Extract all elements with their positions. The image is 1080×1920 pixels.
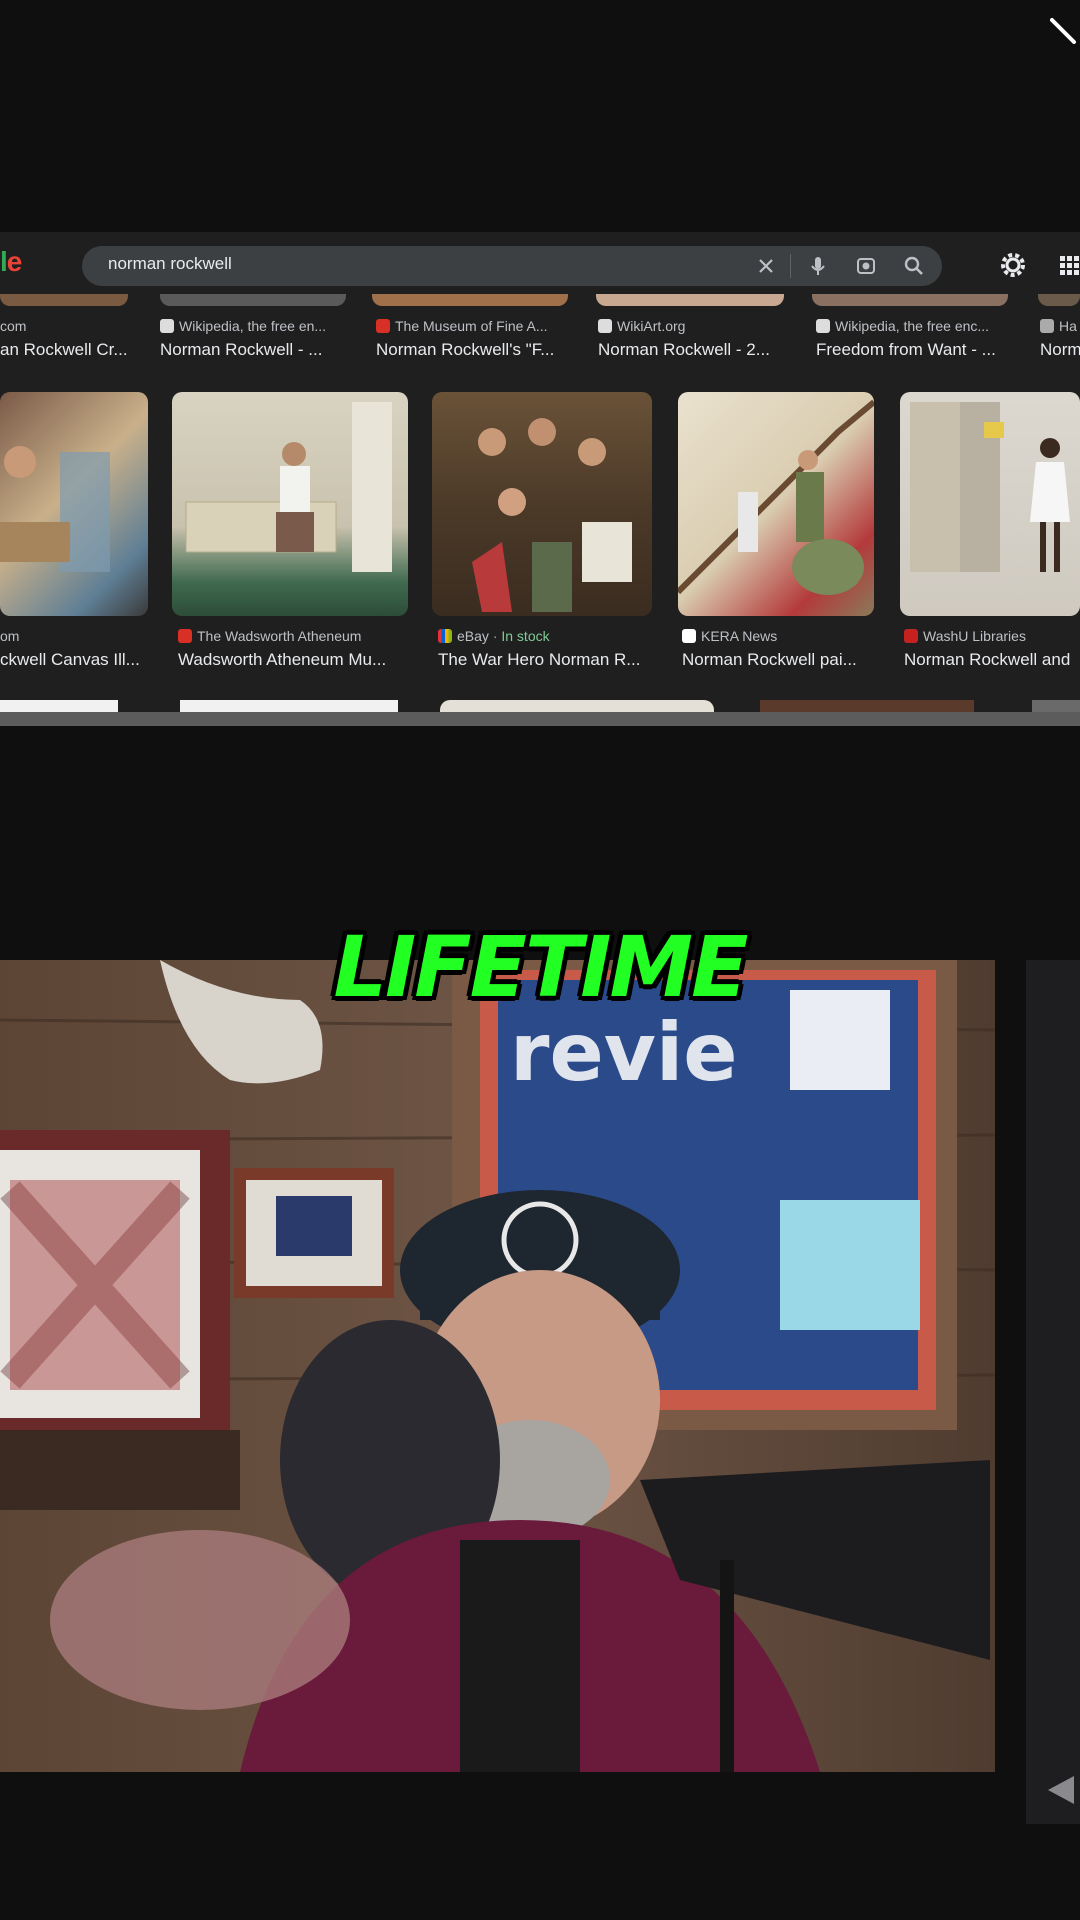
result-source[interactable]: WashU Libraries <box>904 628 1026 644</box>
result-title[interactable]: Norman Rockwell's "F... <box>376 340 554 360</box>
ebay-favicon-icon <box>438 629 452 643</box>
result-source[interactable]: KERA News <box>682 628 777 644</box>
wadsworth-favicon-icon <box>178 629 192 643</box>
washu-favicon-icon <box>904 629 918 643</box>
result-title[interactable]: Norman Rockwell and <box>904 650 1070 670</box>
result-title[interactable]: an Rockwell Cr... <box>0 340 128 360</box>
image-thumbnail[interactable] <box>900 392 1080 616</box>
result-source[interactable]: Wikipedia, the free en... <box>160 318 326 334</box>
image-thumbnail[interactable] <box>372 294 568 306</box>
result-title[interactable]: Norman Rockwell - 2... <box>598 340 770 360</box>
wikiart-favicon-icon <box>598 319 612 333</box>
result-source[interactable]: om <box>0 628 19 644</box>
result-source[interactable]: com <box>0 318 26 334</box>
image-thumbnail[interactable] <box>0 392 148 616</box>
apps-grid-icon[interactable] <box>1058 254 1080 278</box>
image-thumbnail[interactable] <box>432 392 652 616</box>
result-title[interactable]: The War Hero Norman R... <box>438 650 640 670</box>
painting-typist-image <box>0 446 110 572</box>
image-thumbnail[interactable] <box>1038 294 1080 306</box>
painting-soldier-stairs-image <box>678 399 874 595</box>
gear-icon[interactable] <box>998 250 1028 280</box>
image-thumbnail[interactable] <box>812 294 1008 306</box>
back-arrow-icon[interactable] <box>1040 1770 1080 1810</box>
webcam-scene-image: revie <box>0 960 995 1772</box>
side-panel <box>1026 960 1080 1824</box>
image-thumbnail[interactable] <box>760 700 974 712</box>
image-thumbnail[interactable] <box>0 294 128 306</box>
image-thumbnail[interactable] <box>172 392 408 616</box>
site-favicon-icon <box>1040 319 1054 333</box>
result-source[interactable]: The Museum of Fine A... <box>376 318 548 334</box>
image-thumbnail[interactable] <box>180 700 398 712</box>
image-thumbnail[interactable] <box>1032 700 1080 712</box>
result-source[interactable]: Wikipedia, the free enc... <box>816 318 989 334</box>
result-title[interactable]: Freedom from Want - ... <box>816 340 996 360</box>
painting-girl-bench-image <box>185 402 392 572</box>
wikipedia-favicon-icon <box>816 319 830 333</box>
result-title[interactable]: Norman Rockwell - ... <box>160 340 322 360</box>
search-icon[interactable] <box>900 252 928 280</box>
lens-camera-icon[interactable] <box>852 252 880 280</box>
painting-problem-we-all-live-with-image <box>910 402 1070 572</box>
image-thumbnail[interactable] <box>678 392 874 616</box>
search-input[interactable]: norman rockwell <box>108 254 232 274</box>
image-thumbnail[interactable] <box>0 700 118 712</box>
result-title[interactable]: ckwell Canvas Ill... <box>0 650 140 670</box>
result-title[interactable]: Norm <box>1040 340 1080 360</box>
microphone-icon[interactable] <box>804 252 832 280</box>
painting-war-hero-image <box>472 418 632 612</box>
kera-favicon-icon <box>682 629 696 643</box>
caption-text: LIFETIME <box>333 918 748 1016</box>
edit-pencil-icon[interactable] <box>1048 16 1078 46</box>
image-thumbnail[interactable] <box>596 294 784 306</box>
image-thumbnail[interactable] <box>160 294 346 306</box>
webcam-video: revie <box>0 960 995 1772</box>
google-logo[interactable]: le <box>0 246 22 278</box>
museum-favicon-icon <box>376 319 390 333</box>
browser-scrollbar[interactable] <box>0 712 1080 726</box>
svg-text:revie: revie <box>510 1006 738 1099</box>
result-title[interactable]: Wadsworth Atheneum Mu... <box>178 650 386 670</box>
result-title[interactable]: Norman Rockwell pai... <box>682 650 857 670</box>
result-source[interactable]: Ha <box>1040 318 1077 334</box>
result-source[interactable]: eBay · In stock <box>438 628 550 644</box>
search-divider <box>790 254 791 278</box>
image-thumbnail[interactable] <box>440 700 714 712</box>
clear-icon[interactable] <box>752 252 780 280</box>
result-source[interactable]: The Wadsworth Atheneum <box>178 628 361 644</box>
result-source[interactable]: WikiArt.org <box>598 318 685 334</box>
wikipedia-favicon-icon <box>160 319 174 333</box>
